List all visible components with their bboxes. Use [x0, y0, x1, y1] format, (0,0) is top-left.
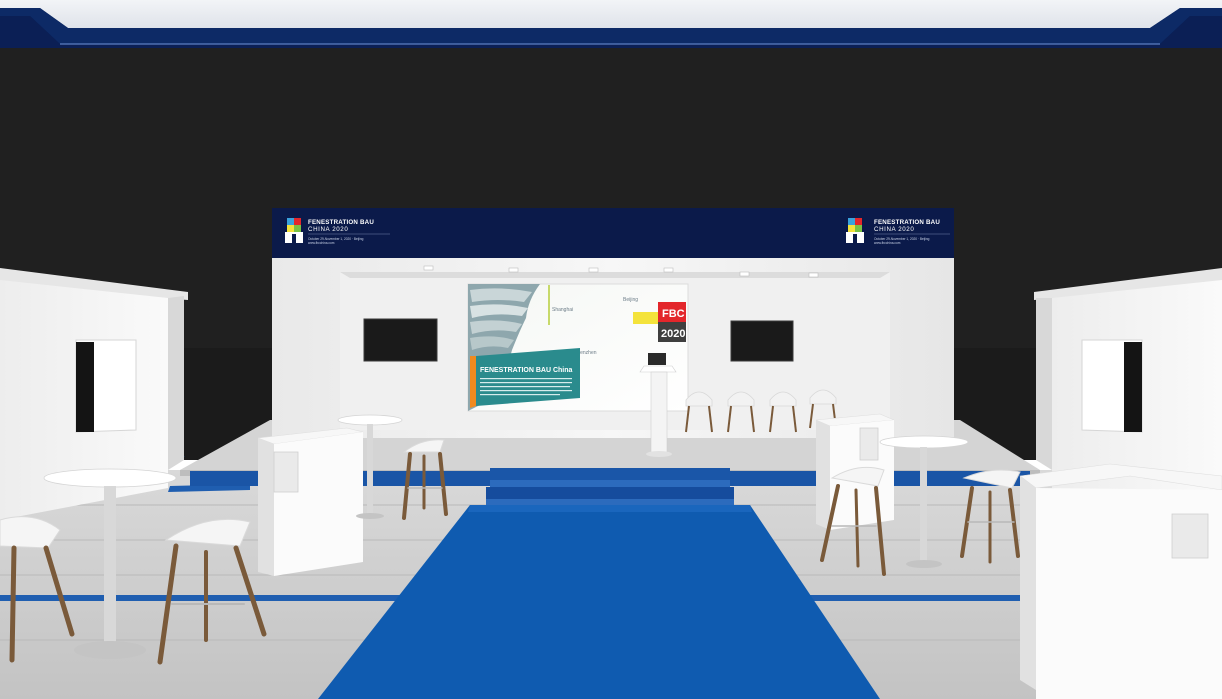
podium-laptop [648, 353, 666, 365]
banner-left-subtitle: CHINA 2020 [308, 226, 348, 233]
brochure-holder [859, 427, 879, 461]
carpet-edge [468, 505, 752, 512]
brochure-holder [1171, 513, 1209, 559]
banner-left-url: www.fbcchina.com [308, 241, 335, 245]
screen-label-2: Beijing [623, 297, 638, 303]
right-booth-window [1124, 342, 1142, 432]
screen-fbc-label: FBC [662, 308, 685, 320]
screen-label-1: Shanghai [552, 307, 573, 313]
fbc-cube-logo-left [285, 218, 303, 243]
right-tv [730, 320, 794, 362]
screen-accent-yellow [633, 312, 659, 324]
stage-stairs [486, 468, 734, 505]
left-tv [363, 318, 438, 362]
screen-accent-line [548, 285, 550, 325]
left-counter [257, 427, 364, 576]
fbc-cube-logo-right [846, 218, 864, 243]
brochure-holder [273, 451, 299, 493]
banner-left-title: FENESTRATION BAU [308, 219, 374, 226]
screen-headline: FENESTRATION BAU China [480, 367, 573, 374]
banner-right-title: FENESTRATION BAU [874, 219, 940, 226]
banner-right-subtitle: CHINA 2020 [874, 226, 914, 233]
exhibition-stage-scene: FENESTRATION BAU CHINA 2020 October 29-N… [0, 0, 1222, 699]
screen-info-panel: FENESTRATION BAU China [470, 348, 580, 408]
right-counter-front [1019, 463, 1222, 699]
screen-year-label: 2020 [661, 328, 685, 340]
banner-right-url: www.fbcchina.com [874, 241, 901, 245]
left-booth-window [76, 342, 94, 432]
